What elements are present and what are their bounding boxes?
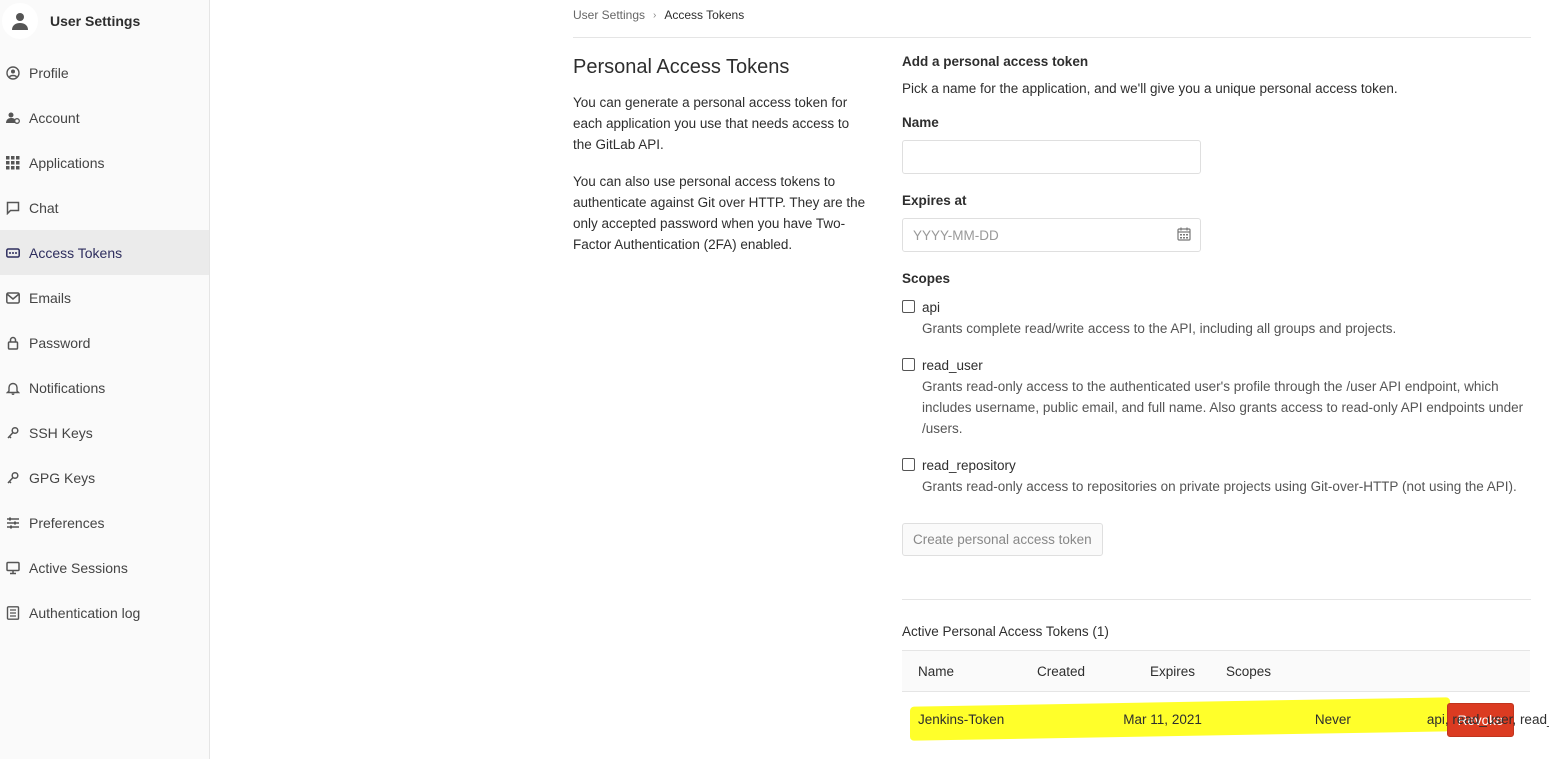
sidebar-item-label: Authentication log bbox=[29, 604, 141, 621]
sidebar-item-label: SSH Keys bbox=[29, 424, 93, 441]
profile-icon bbox=[6, 65, 20, 80]
breadcrumb-user-settings-link[interactable]: User Settings bbox=[573, 8, 645, 22]
account-icon bbox=[6, 111, 20, 125]
token-icon bbox=[6, 246, 20, 260]
scope-description: Grants complete read/write access to the… bbox=[922, 321, 1397, 336]
column-header-created: Created bbox=[1037, 663, 1086, 679]
table-row: Jenkins-Token Mar 11, 2021 Never api, re… bbox=[902, 692, 1549, 747]
column-header-scopes: Scopes bbox=[1226, 663, 1272, 679]
scope-name: read_user bbox=[922, 358, 983, 373]
active-tokens-table: Name Created Expires Scopes Jenkins-Toke… bbox=[902, 650, 1549, 747]
scope-api: api Grants complete read/write access to… bbox=[902, 297, 1531, 339]
active-tokens-title: Active Personal Access Tokens (1) bbox=[902, 624, 1109, 639]
sidebar-item-label: Emails bbox=[29, 289, 72, 306]
sidebar-item-chat[interactable]: Chat bbox=[0, 185, 209, 230]
sidebar-item-label: Notifications bbox=[29, 379, 106, 396]
token-name-cell: Jenkins-Token bbox=[918, 712, 1005, 727]
sidebar-item-label: Preferences bbox=[29, 514, 105, 531]
sidebar-item-applications[interactable]: Applications bbox=[0, 140, 209, 185]
form-heading: Add a personal access token bbox=[902, 54, 1089, 69]
key-icon bbox=[6, 471, 20, 485]
log-icon bbox=[6, 605, 20, 620]
lock-icon bbox=[6, 336, 20, 350]
scope-name: api bbox=[922, 300, 941, 315]
sidebar-item-authentication-log[interactable]: Authentication log bbox=[0, 590, 209, 635]
mail-icon bbox=[6, 291, 20, 305]
token-expires-cell: Never bbox=[1314, 712, 1351, 727]
name-label: Name bbox=[902, 115, 939, 130]
scope-read-repository: read_repository Grants read-only access … bbox=[902, 455, 1531, 497]
scope-description: Grants read-only access to the authentic… bbox=[922, 379, 1524, 436]
token-scopes-cell: api, read_user, read_repository bbox=[1426, 712, 1549, 727]
sidebar-title: User Settings bbox=[50, 13, 141, 29]
form-subtitle: Pick a name for the application, and we'… bbox=[902, 81, 1398, 96]
intro-paragraph-1: You can generate a personal access token… bbox=[573, 95, 850, 152]
breadcrumb-current[interactable]: Access Tokens bbox=[664, 8, 744, 22]
page-title: Personal Access Tokens bbox=[573, 56, 790, 78]
sidebar-item-label: Active Sessions bbox=[29, 559, 128, 576]
sidebar-header[interactable]: User Settings bbox=[0, 0, 209, 42]
sidebar-item-label: Profile bbox=[29, 64, 69, 81]
expires-date-field bbox=[902, 218, 1201, 252]
token-name-input[interactable] bbox=[902, 140, 1201, 174]
sidebar: User Settings Profile Account Applicatio… bbox=[0, 0, 210, 759]
intro-paragraph-2: You can also use personal access tokens … bbox=[573, 174, 866, 252]
monitor-icon bbox=[6, 561, 20, 575]
sidebar-item-label: Chat bbox=[29, 199, 59, 216]
sidebar-item-label: Applications bbox=[29, 154, 105, 171]
breadcrumb: User Settings › Access Tokens bbox=[573, 8, 744, 22]
add-token-form: Add a personal access token Pick a name … bbox=[902, 54, 1531, 556]
scope-read-repository-checkbox[interactable] bbox=[902, 458, 915, 471]
sidebar-item-notifications[interactable]: Notifications bbox=[0, 365, 209, 410]
sidebar-item-label: GPG Keys bbox=[29, 469, 96, 486]
scope-name: read_repository bbox=[922, 458, 1016, 473]
chat-icon bbox=[6, 201, 20, 215]
applications-icon bbox=[6, 155, 20, 170]
scope-api-checkbox[interactable] bbox=[902, 300, 915, 313]
divider bbox=[573, 37, 1531, 38]
expires-label: Expires at bbox=[902, 193, 967, 208]
scopes-label: Scopes bbox=[902, 271, 951, 286]
sidebar-item-preferences[interactable]: Preferences bbox=[0, 500, 209, 545]
sidebar-item-active-sessions[interactable]: Active Sessions bbox=[0, 545, 209, 590]
calendar-icon[interactable] bbox=[1177, 227, 1191, 241]
sidebar-item-label: Access Tokens bbox=[29, 244, 123, 261]
scope-read-user: read_user Grants read-only access to the… bbox=[902, 355, 1531, 439]
key-icon bbox=[6, 426, 20, 440]
sidebar-item-emails[interactable]: Emails bbox=[0, 275, 209, 320]
expires-at-input[interactable] bbox=[902, 218, 1201, 252]
sidebar-item-gpg-keys[interactable]: GPG Keys bbox=[0, 455, 209, 500]
sidebar-item-label: Password bbox=[29, 334, 91, 351]
divider bbox=[902, 599, 1531, 600]
chevron-right-icon: › bbox=[653, 9, 657, 21]
sliders-icon bbox=[6, 516, 20, 530]
token-created-cell: Mar 11, 2021 bbox=[1123, 712, 1202, 727]
sidebar-item-access-tokens[interactable]: Access Tokens bbox=[0, 230, 209, 275]
column-header-name: Name bbox=[918, 663, 955, 679]
scope-description: Grants read-only access to repositories … bbox=[922, 479, 1517, 494]
intro-section: Personal Access Tokens You can generate … bbox=[573, 56, 873, 271]
sidebar-item-account[interactable]: Account bbox=[0, 95, 209, 140]
sidebar-item-password[interactable]: Password bbox=[0, 320, 209, 365]
sidebar-item-ssh-keys[interactable]: SSH Keys bbox=[0, 410, 209, 455]
bell-icon bbox=[6, 381, 20, 395]
column-header-expires: Expires bbox=[1150, 663, 1196, 679]
user-avatar-icon bbox=[2, 3, 38, 39]
sidebar-item-label: Account bbox=[29, 109, 80, 126]
scope-read-user-checkbox[interactable] bbox=[902, 358, 915, 371]
table-header: Name Created Expires Scopes bbox=[902, 650, 1530, 692]
create-token-button[interactable]: Create personal access token bbox=[902, 523, 1103, 556]
sidebar-item-profile[interactable]: Profile bbox=[0, 50, 209, 95]
